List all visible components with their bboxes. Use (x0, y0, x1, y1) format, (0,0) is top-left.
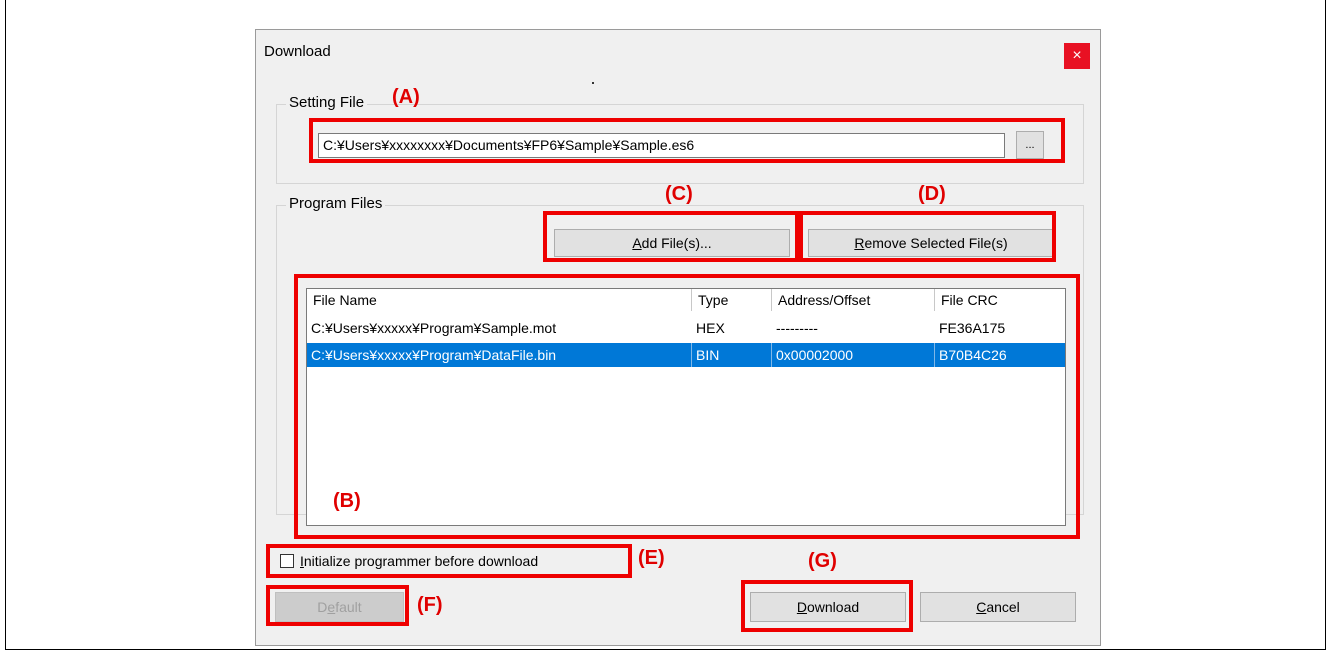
callout-c: (C) (665, 183, 693, 205)
highlight-box-remove-files (799, 211, 1056, 262)
callout-d: (D) (918, 183, 946, 205)
callout-e: (E) (638, 547, 665, 569)
highlight-box-default (266, 585, 409, 626)
separator-dot (592, 82, 594, 84)
close-button[interactable]: × (1064, 43, 1090, 69)
callout-a: (A) (392, 86, 420, 108)
cancel-mnemonic: C (976, 599, 987, 615)
cancel-button[interactable]: Cancel (920, 592, 1076, 622)
program-files-label: Program Files (286, 195, 386, 212)
highlight-box-add-files (543, 211, 799, 262)
highlight-box-file-table (294, 274, 1080, 539)
close-icon: × (1072, 47, 1082, 64)
callout-g: (G) (808, 550, 837, 572)
callout-b: (B) (333, 490, 361, 512)
callout-f: (F) (417, 594, 443, 616)
dialog-title: Download (264, 43, 331, 60)
highlight-box-download (741, 580, 913, 632)
cancel-label: ancel (986, 599, 1020, 615)
highlight-box-setting-file (309, 118, 1065, 163)
highlight-box-initialize (266, 544, 632, 578)
setting-file-label: Setting File (286, 94, 368, 111)
